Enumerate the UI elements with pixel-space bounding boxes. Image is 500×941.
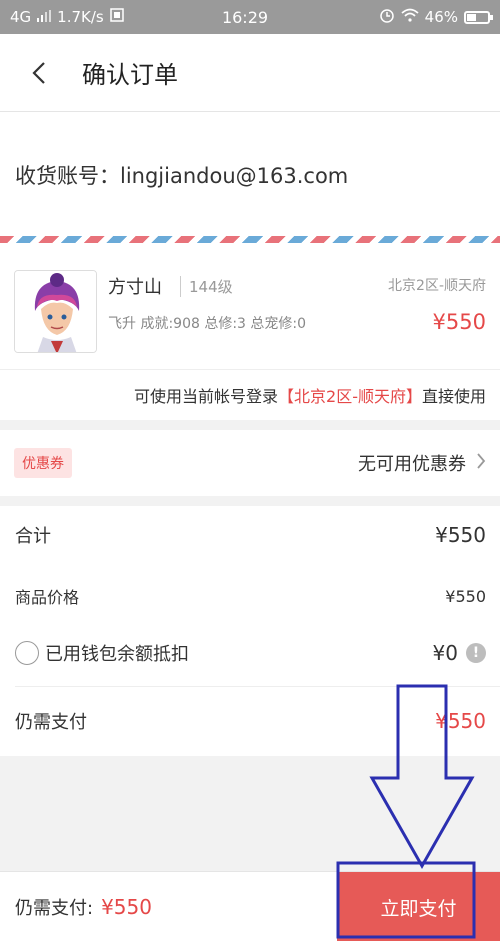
character-school: 方寸山 [108,277,162,298]
bottom-due-label: 仍需支付: [15,897,94,919]
login-tip: 可使用当前帐号登录 【北京2区-顺天府】 直接使用 [0,370,500,420]
bottom-due-price: ¥550 [101,894,152,919]
chevron-right-icon [476,451,486,475]
coupon-value: 无可用优惠券 [358,454,466,475]
goods-price-label: 商品价格 [15,588,80,607]
wallet-deduct-value: ¥0 [432,641,458,665]
info-icon[interactable]: ! [466,643,486,663]
character-avatar [14,270,97,353]
amount-due-value: ¥550 [435,709,486,733]
divider [15,686,500,687]
login-tip-server: 【北京2区-顺天府】 [278,387,422,406]
header: 确认订单 [0,34,500,112]
login-tip-suffix: 直接使用 [421,387,486,406]
coupon-row[interactable]: 优惠券 无可用优惠券 [0,430,500,496]
airmail-divider [0,236,500,243]
status-bar: 4G 1.7K/s 16:29 46% [0,0,500,34]
alarm-icon [379,7,395,27]
server-name: 北京2区-顺天府 [388,278,486,294]
amount-due-label: 仍需支付 [15,712,87,733]
goods-price-row: 商品价格 ¥550 [15,584,486,608]
wallet-deduct-label: 已用钱包余额抵扣 [45,644,189,665]
character-stats: 飞升 成就:908 总修:3 总宠修:0 [108,316,307,332]
total-row: 合计 ¥550 [15,522,486,548]
bottom-bar: 仍需支付: ¥550 立即支付 [0,871,500,941]
signal-icon [37,8,52,26]
character-level: 144级 [180,276,233,297]
battery-level: 46% [424,8,458,26]
notification-icon [109,8,124,26]
page-title: 确认订单 [82,61,178,89]
price-summary: 合计 ¥550 商品价格 ¥550 已用钱包余额抵扣 ¥0 ! 仍需支付 ¥55… [0,506,500,756]
back-icon[interactable] [0,34,60,112]
total-label: 合计 [15,526,51,547]
wifi-icon [401,8,419,26]
receiving-account: 收货账号：lingjiandou@163.com [0,112,500,237]
clock: 16:29 [221,7,269,27]
pay-now-button[interactable]: 立即支付 [337,872,500,941]
login-tip-prefix: 可使用当前帐号登录 [134,387,279,406]
battery-icon [464,10,493,24]
amount-due-row: 仍需支付 ¥550 [15,708,486,734]
wallet-deduct-radio[interactable] [15,641,39,665]
product-price: ¥550 [432,310,486,334]
network-speed: 1.7K/s [57,8,104,26]
wallet-deduct-row[interactable]: 已用钱包余额抵扣 ¥0 ! [15,640,486,666]
coupon-tag: 优惠券 [14,448,72,478]
total-value: ¥550 [435,523,486,547]
product-card[interactable]: 方寸山 144级 北京2区-顺天府 飞升 成就:908 总修:3 总宠修:0 ¥… [0,243,500,370]
network-indicator: 4G [10,8,32,26]
goods-price-value: ¥550 [445,586,486,606]
